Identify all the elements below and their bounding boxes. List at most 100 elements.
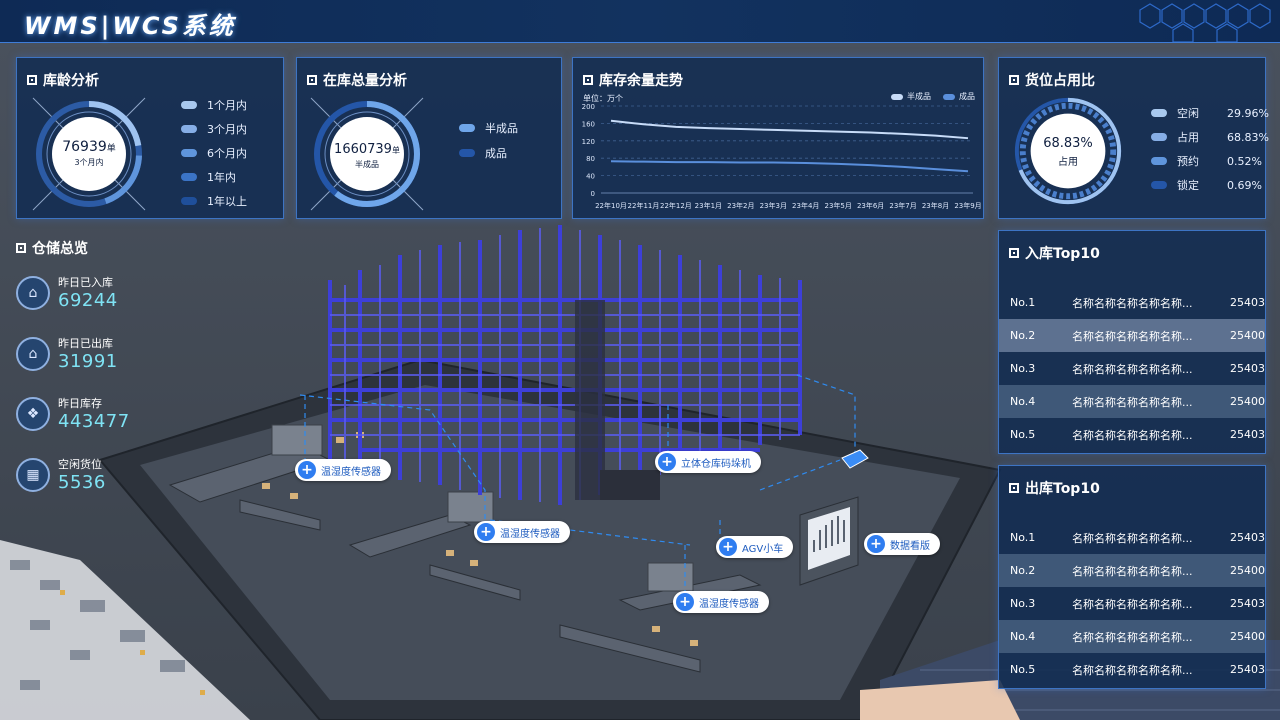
plus-icon: +	[676, 593, 694, 611]
panel-title: 入库Top10	[1025, 246, 1100, 262]
legend-item: 半成品	[459, 120, 518, 136]
x-tick-label: 23年9月	[954, 201, 981, 210]
inbound-icon: ⌂	[16, 275, 50, 310]
legend-swatch	[181, 173, 197, 181]
legend-swatch	[1151, 109, 1167, 117]
x-tick-label: 23年2月	[727, 201, 754, 210]
table-row[interactable]: No.4 名称名称名称名称名称... 25400	[999, 620, 1265, 653]
stat-outbound: ⌂ 昨日已出库 31991	[16, 335, 118, 372]
x-tick-label: 23年7月	[889, 201, 916, 210]
x-tick-label: 22年10月	[595, 201, 627, 210]
age-center-label: 3个月内	[74, 158, 104, 167]
legend-swatch	[459, 124, 475, 132]
inventory-trend-panel: 库存余量走势 单位：万个 半成品 成品 0 40 80 120 160 200 22年10月…	[572, 57, 984, 219]
header-bar: WMS|WCS系统	[0, 0, 1280, 43]
stock-icon: ❖	[16, 396, 50, 431]
stat-stock: ❖ 昨日库存 443477	[16, 395, 130, 432]
panel-title: 货位占用比	[1025, 73, 1095, 89]
plus-icon: +	[477, 523, 495, 541]
legend-swatch	[181, 197, 197, 205]
sensor-tag-1[interactable]: + 温湿度传感器	[295, 459, 391, 481]
age-center-unit: 单	[106, 144, 116, 154]
sensor-tag-3[interactable]: + 温湿度传感器	[673, 591, 769, 613]
occupancy-center-label: 占用	[1058, 157, 1078, 168]
table-row[interactable]: No.2 名称名称名称名称名称... 25400	[999, 319, 1265, 352]
legend-swatch	[459, 149, 475, 157]
plus-icon: +	[658, 453, 676, 471]
stock-center-unit: 单	[391, 146, 400, 155]
stock-center-label: 半成品	[355, 160, 379, 169]
app-title: WMS|WCS系统	[24, 12, 236, 40]
panel-title: 在库总量分析	[323, 73, 407, 89]
square-bullet-icon	[1009, 483, 1019, 493]
legend-item: 占用 68.83%	[1151, 129, 1269, 145]
table-row[interactable]: No.1 名称名称名称名称名称... 25403	[999, 286, 1265, 319]
legend-item: 3个月内	[181, 121, 247, 137]
table-row[interactable]: No.3 名称名称名称名称名称... 25403	[999, 352, 1265, 385]
x-tick-label: 23年5月	[824, 201, 851, 210]
series-line-2	[610, 160, 969, 173]
age-center-value: 76939	[62, 139, 107, 155]
legend-swatch	[181, 149, 197, 157]
square-bullet-icon	[16, 243, 26, 253]
legend-swatch	[1151, 157, 1167, 165]
trend-line-chart: 0 40 80 120 160 200 22年10月 22年11月 22年12月 23年1月 23年…	[582, 103, 982, 210]
x-tick-label: 23年3月	[760, 201, 787, 210]
legend-item: 1年以上	[181, 193, 247, 209]
agv-tag[interactable]: + AGV小车	[716, 536, 794, 558]
overview-title: 仓储总览	[32, 241, 88, 257]
y-tick-label: 80	[586, 155, 595, 163]
x-tick-label: 23年8月	[922, 201, 949, 210]
y-tick-label: 120	[582, 138, 595, 146]
stacker-crane-tag[interactable]: + 立体仓库码垛机	[655, 451, 761, 473]
x-tick-label: 23年6月	[857, 201, 884, 210]
stock-total-panel: 在库总量分析 1660739单 半成品 半成品 成品	[296, 57, 562, 219]
inbound-top10-panel: 入库Top10 No.1 名称名称名称名称名称... 25403 No.2 名称名称名…	[998, 230, 1266, 454]
y-tick-label: 40	[586, 173, 595, 181]
hex-pattern-icon	[1139, 3, 1271, 42]
dashboard-tag[interactable]: + 数据看版	[864, 533, 940, 555]
table-row[interactable]: No.1 名称名称名称名称名称... 25403	[999, 521, 1265, 554]
legend-swatch	[181, 125, 197, 133]
legend-item: 1年内	[181, 169, 236, 185]
outbound-icon: ⌂	[16, 336, 50, 371]
x-tick-label: 23年4月	[792, 201, 819, 210]
table-row[interactable]: No.5 名称名称名称名称名称... 25403	[999, 653, 1265, 686]
panel-title: 库龄分析	[43, 73, 99, 89]
stat-inbound: ⌂ 昨日已入库 69244	[16, 274, 118, 311]
slot-occupancy-panel: 货位占用比 68.83% 占用 空闲 29.96% 占用 68.83% 预约 0.52…	[998, 57, 1269, 219]
legend-swatch	[181, 101, 197, 109]
table-row[interactable]: No.5 名称名称名称名称名称... 25403	[999, 418, 1265, 451]
stock-center-value: 1660739	[334, 142, 392, 157]
legend-swatch	[1151, 181, 1167, 189]
y-tick-label: 160	[582, 120, 595, 128]
sensor-tag-2[interactable]: + 温湿度传感器	[474, 521, 570, 543]
table-row[interactable]: No.3 名称名称名称名称名称... 25403	[999, 587, 1265, 620]
table-row[interactable]: No.2 名称名称名称名称名称... 25400	[999, 554, 1265, 587]
legend-item: 预约 0.52%	[1151, 153, 1262, 169]
stat-free-slot: ▦ 空闲货位 5536	[16, 456, 106, 493]
occupancy-center-value: 68.83%	[1043, 136, 1093, 151]
y-tick-label: 200	[582, 103, 595, 111]
outbound-top10-panel: 出库Top10 No.1 名称名称名称名称名称... 25403 No.2 名称名称名…	[998, 465, 1266, 689]
legend-item: 6个月内	[181, 145, 247, 161]
legend-item: 锁定 0.69%	[1151, 177, 1262, 193]
plus-icon: +	[719, 538, 737, 556]
legend-item: 成品	[459, 145, 507, 161]
free-slot-icon: ▦	[16, 457, 50, 492]
square-bullet-icon	[1009, 75, 1019, 85]
panel-title: 出库Top10	[1025, 481, 1100, 497]
legend-item: 空闲 29.96%	[1151, 105, 1269, 121]
legend-item: 1个月内	[181, 97, 247, 113]
y-tick-label: 0	[591, 190, 595, 198]
square-bullet-icon	[1009, 248, 1019, 258]
plus-icon: +	[867, 535, 885, 553]
table-row[interactable]: No.4 名称名称名称名称名称... 25400	[999, 385, 1265, 418]
square-bullet-icon	[27, 75, 37, 85]
x-tick-label: 22年12月	[660, 201, 692, 210]
legend-swatch	[1151, 133, 1167, 141]
plus-icon: +	[298, 461, 316, 479]
x-tick-label: 23年1月	[695, 201, 722, 210]
age-analysis-panel: 库龄分析 76939单 3个月内 1个月内 3个月内 6个月内 1年内 1年以上	[16, 57, 284, 219]
x-tick-label: 22年11月	[628, 201, 660, 210]
